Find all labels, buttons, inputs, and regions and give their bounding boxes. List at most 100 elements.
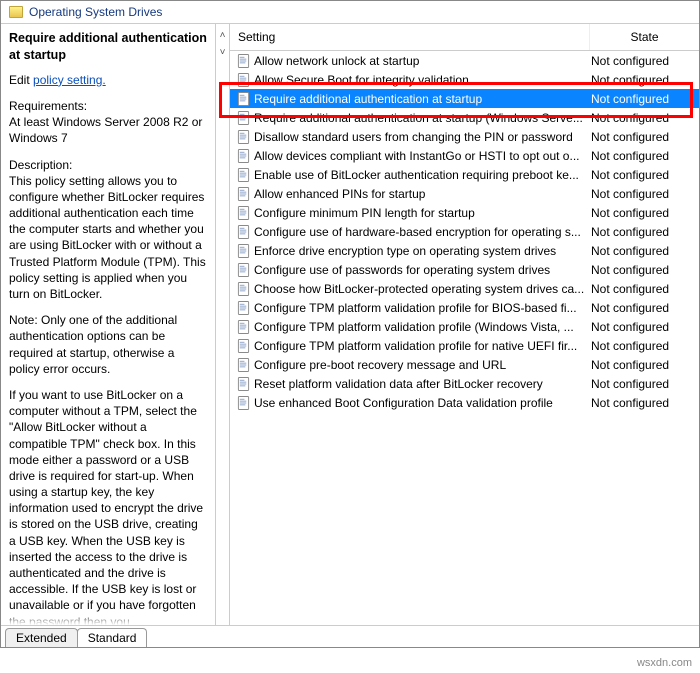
requirements-text: At least Windows Server 2008 R2 or Windo… — [9, 115, 202, 145]
policy-icon — [236, 358, 250, 372]
setting-name: Configure TPM platform validation profil… — [254, 339, 591, 353]
list-item[interactable]: Configure minimum PIN length for startup… — [230, 203, 699, 222]
setting-state: Not configured — [591, 92, 693, 106]
list-item[interactable]: Configure use of hardware-based encrypti… — [230, 222, 699, 241]
setting-name: Configure minimum PIN length for startup — [254, 206, 591, 220]
setting-state: Not configured — [591, 187, 693, 201]
policy-icon — [236, 187, 250, 201]
setting-name: Configure TPM platform validation profil… — [254, 301, 591, 315]
setting-state: Not configured — [591, 54, 693, 68]
description-p1: This policy setting allows you to config… — [9, 174, 206, 301]
setting-state: Not configured — [591, 263, 693, 277]
details-pane: Require additional authentication at sta… — [1, 24, 216, 625]
tabs-bar: Extended Standard — [1, 625, 699, 647]
setting-name: Configure TPM platform validation profil… — [254, 320, 591, 334]
setting-state: Not configured — [591, 320, 693, 334]
window-title: Operating System Drives — [29, 5, 162, 19]
chevron-up-icon[interactable]: ˄ — [220, 30, 226, 41]
setting-name: Configure use of passwords for operating… — [254, 263, 591, 277]
list-item[interactable]: Configure TPM platform validation profil… — [230, 336, 699, 355]
header-state[interactable]: State — [589, 24, 699, 50]
splitter[interactable]: ˄ ˅ — [216, 24, 230, 625]
policy-icon — [236, 263, 250, 277]
policy-icon — [236, 206, 250, 220]
setting-name: Configure pre-boot recovery message and … — [254, 358, 591, 372]
setting-name: Reset platform validation data after Bit… — [254, 377, 591, 391]
setting-name: Enforce drive encryption type on operati… — [254, 244, 591, 258]
edit-policy-link[interactable]: policy setting. — [33, 73, 106, 87]
list-item[interactable]: Configure use of passwords for operating… — [230, 260, 699, 279]
list-item[interactable]: Choose how BitLocker-protected operating… — [230, 279, 699, 298]
policy-icon — [236, 282, 250, 296]
setting-state: Not configured — [591, 206, 693, 220]
list-item[interactable]: Configure pre-boot recovery message and … — [230, 355, 699, 374]
setting-state: Not configured — [591, 149, 693, 163]
folder-icon — [9, 6, 23, 18]
setting-state: Not configured — [591, 282, 693, 296]
header-setting[interactable]: Setting — [230, 24, 589, 50]
setting-state: Not configured — [591, 377, 693, 391]
titlebar: Operating System Drives — [1, 1, 699, 24]
setting-name: Allow network unlock at startup — [254, 54, 591, 68]
list-item[interactable]: Configure TPM platform validation profil… — [230, 298, 699, 317]
policy-icon — [236, 320, 250, 334]
setting-name: Allow enhanced PINs for startup — [254, 187, 591, 201]
policy-icon — [236, 54, 250, 68]
policy-icon — [236, 225, 250, 239]
tab-standard[interactable]: Standard — [77, 628, 148, 647]
list-header: Setting State — [230, 24, 699, 51]
list-item[interactable]: Allow devices compliant with InstantGo o… — [230, 146, 699, 165]
setting-state: Not configured — [591, 73, 693, 87]
setting-state: Not configured — [591, 358, 693, 372]
policy-icon — [236, 168, 250, 182]
policy-icon — [236, 130, 250, 144]
list-item[interactable]: Allow network unlock at startupNot confi… — [230, 51, 699, 70]
list-item[interactable]: Enforce drive encryption type on operati… — [230, 241, 699, 260]
policy-icon — [236, 377, 250, 391]
edit-prefix: Edit — [9, 73, 33, 87]
list-item[interactable]: Allow enhanced PINs for startupNot confi… — [230, 184, 699, 203]
description-p3: If you want to use BitLocker on a comput… — [9, 387, 207, 625]
chevron-down-icon[interactable]: ˅ — [220, 47, 226, 58]
setting-name: Choose how BitLocker-protected operating… — [254, 282, 591, 296]
setting-name: Enable use of BitLocker authentication r… — [254, 168, 591, 182]
setting-state: Not configured — [591, 168, 693, 182]
policy-icon — [236, 111, 250, 125]
setting-state: Not configured — [591, 225, 693, 239]
policy-icon — [236, 396, 250, 410]
setting-state: Not configured — [591, 339, 693, 353]
list-item[interactable]: Enable use of BitLocker authentication r… — [230, 165, 699, 184]
list-item[interactable]: Require additional authentication at sta… — [230, 89, 699, 108]
setting-name: Allow Secure Boot for integrity validati… — [254, 73, 591, 87]
setting-state: Not configured — [591, 396, 693, 410]
policy-icon — [236, 339, 250, 353]
policy-icon — [236, 92, 250, 106]
setting-name: Use enhanced Boot Configuration Data val… — [254, 396, 591, 410]
edit-line: Edit policy setting. — [9, 72, 207, 88]
requirements-label: Requirements: — [9, 99, 87, 113]
policy-icon — [236, 244, 250, 258]
policy-heading: Require additional authentication at sta… — [9, 30, 207, 64]
list-item[interactable]: Reset platform validation data after Bit… — [230, 374, 699, 393]
list-item[interactable]: Disallow standard users from changing th… — [230, 127, 699, 146]
setting-state: Not configured — [591, 130, 693, 144]
settings-list[interactable]: Allow network unlock at startupNot confi… — [230, 51, 699, 625]
setting-state: Not configured — [591, 111, 693, 125]
setting-name: Configure use of hardware-based encrypti… — [254, 225, 591, 239]
list-item[interactable]: Configure TPM platform validation profil… — [230, 317, 699, 336]
setting-state: Not configured — [591, 301, 693, 315]
policy-icon — [236, 73, 250, 87]
list-item[interactable]: Use enhanced Boot Configuration Data val… — [230, 393, 699, 412]
setting-state: Not configured — [591, 244, 693, 258]
setting-name: Allow devices compliant with InstantGo o… — [254, 149, 591, 163]
setting-name: Disallow standard users from changing th… — [254, 130, 591, 144]
watermark: wsxdn.com — [637, 657, 692, 669]
description-p2: Note: Only one of the additional authent… — [9, 312, 207, 377]
policy-icon — [236, 301, 250, 315]
list-item[interactable]: Allow Secure Boot for integrity validati… — [230, 70, 699, 89]
setting-name: Require additional authentication at sta… — [254, 92, 591, 106]
policy-icon — [236, 149, 250, 163]
setting-name: Require additional authentication at sta… — [254, 111, 591, 125]
list-item[interactable]: Require additional authentication at sta… — [230, 108, 699, 127]
tab-extended[interactable]: Extended — [5, 628, 78, 647]
